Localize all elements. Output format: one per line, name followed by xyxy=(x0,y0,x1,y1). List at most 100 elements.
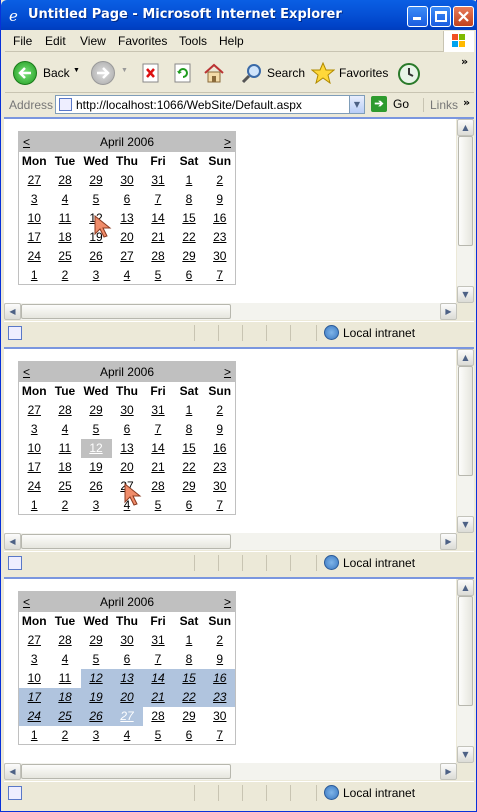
day-cell[interactable]: 6 xyxy=(174,726,205,745)
day-cell[interactable]: 28 xyxy=(143,707,174,726)
history-button[interactable] xyxy=(397,57,423,89)
day-cell[interactable]: 4 xyxy=(50,420,81,439)
day-cell[interactable]: 13 xyxy=(111,668,143,688)
day-cell[interactable]: 18 xyxy=(50,228,81,247)
scroll-right-icon[interactable]: ▶ xyxy=(440,763,457,780)
menu-file[interactable]: File xyxy=(13,34,32,48)
address-dropdown-icon[interactable]: ▼ xyxy=(349,96,364,113)
scroll-left-icon[interactable]: ◀ xyxy=(4,763,21,780)
day-cell[interactable]: 8 xyxy=(174,190,205,209)
day-cell[interactable]: 3 xyxy=(81,726,112,745)
forward-button[interactable]: ▼ xyxy=(89,57,129,89)
horizontal-scrollbar[interactable]: ◀ ▶ xyxy=(4,763,457,780)
day-cell[interactable]: 30 xyxy=(112,631,143,650)
day-cell[interactable]: 29 xyxy=(81,171,112,190)
scroll-down-icon[interactable]: ▼ xyxy=(457,516,474,533)
day-cell[interactable]: 13 xyxy=(112,439,143,458)
menu-favorites[interactable]: Favorites xyxy=(118,34,167,48)
maximize-button[interactable] xyxy=(430,6,451,27)
address-input[interactable]: http://localhost:1066/WebSite/Default.as… xyxy=(55,95,365,114)
day-cell[interactable]: 11 xyxy=(50,209,81,228)
day-cell[interactable]: 22 xyxy=(174,228,205,247)
day-cell[interactable]: 28 xyxy=(143,247,174,266)
day-cell[interactable]: 14 xyxy=(143,439,174,458)
day-cell[interactable]: 1 xyxy=(174,171,205,190)
day-cell[interactable]: 5 xyxy=(143,496,174,515)
scroll-thumb[interactable] xyxy=(21,304,231,319)
day-cell[interactable]: 27 xyxy=(111,706,143,726)
menu-help[interactable]: Help xyxy=(219,34,244,48)
day-cell[interactable]: 31 xyxy=(143,631,174,650)
day-cell[interactable]: 19 xyxy=(80,687,112,707)
day-cell[interactable]: 18 xyxy=(49,687,81,707)
scroll-thumb[interactable] xyxy=(458,136,473,246)
day-cell[interactable]: 10 xyxy=(19,439,50,458)
day-cell[interactable]: 15 xyxy=(174,209,205,228)
day-cell[interactable]: 21 xyxy=(143,228,174,247)
day-cell[interactable]: 15 xyxy=(174,439,205,458)
day-cell[interactable]: 7 xyxy=(205,726,236,745)
scroll-right-icon[interactable]: ▶ xyxy=(440,533,457,550)
day-cell[interactable]: 23 xyxy=(205,458,236,477)
day-cell[interactable]: 22 xyxy=(174,458,205,477)
day-cell[interactable]: 21 xyxy=(142,687,174,707)
day-cell[interactable]: 29 xyxy=(174,707,205,726)
favorites-button[interactable]: Favorites xyxy=(311,57,391,89)
links-toolbar[interactable]: Links xyxy=(423,98,458,112)
day-cell[interactable]: 12 xyxy=(80,438,112,458)
day-cell[interactable]: 26 xyxy=(81,477,112,496)
prev-month-link[interactable]: < xyxy=(23,365,30,379)
menu-view[interactable]: View xyxy=(80,34,106,48)
scroll-thumb[interactable] xyxy=(21,764,231,779)
day-cell[interactable]: 10 xyxy=(19,209,50,228)
day-cell[interactable]: 5 xyxy=(81,190,112,209)
day-cell[interactable]: 20 xyxy=(112,458,143,477)
horizontal-scrollbar[interactable]: ◀ ▶ xyxy=(4,303,457,320)
day-cell[interactable]: 17 xyxy=(19,228,50,247)
day-cell[interactable]: 3 xyxy=(81,496,112,515)
day-cell[interactable]: 24 xyxy=(18,706,50,726)
day-cell[interactable]: 1 xyxy=(19,726,50,745)
title-bar[interactable]: e Untitled Page - Microsoft Internet Exp… xyxy=(1,0,477,30)
day-cell[interactable]: 21 xyxy=(143,458,174,477)
day-cell[interactable]: 18 xyxy=(50,458,81,477)
back-button[interactable]: Back ▼ xyxy=(11,57,80,89)
day-cell[interactable]: 9 xyxy=(205,650,236,669)
day-cell[interactable]: 11 xyxy=(50,439,81,458)
day-cell[interactable]: 16 xyxy=(205,209,236,228)
day-cell[interactable]: 4 xyxy=(112,266,143,285)
day-cell[interactable]: 25 xyxy=(49,706,81,726)
day-cell[interactable]: 2 xyxy=(205,401,236,420)
refresh-button[interactable] xyxy=(171,57,195,89)
day-cell[interactable]: 2 xyxy=(50,496,81,515)
close-button[interactable] xyxy=(453,6,474,27)
day-cell[interactable]: 22 xyxy=(173,687,205,707)
day-cell[interactable]: 7 xyxy=(143,190,174,209)
day-cell[interactable]: 26 xyxy=(80,706,112,726)
day-cell[interactable]: 24 xyxy=(19,247,50,266)
vertical-scrollbar[interactable]: ▲ ▼ xyxy=(457,579,474,763)
day-cell[interactable]: 30 xyxy=(112,171,143,190)
day-cell[interactable]: 27 xyxy=(19,401,50,420)
day-cell[interactable]: 25 xyxy=(50,247,81,266)
scroll-thumb[interactable] xyxy=(21,534,231,549)
scroll-thumb[interactable] xyxy=(458,596,473,706)
day-cell[interactable]: 28 xyxy=(50,631,81,650)
day-cell[interactable]: 27 xyxy=(112,247,143,266)
next-month-link[interactable]: > xyxy=(224,365,231,379)
day-cell[interactable]: 24 xyxy=(19,477,50,496)
day-cell[interactable]: 6 xyxy=(112,420,143,439)
day-cell[interactable]: 8 xyxy=(174,420,205,439)
day-cell[interactable]: 9 xyxy=(205,190,236,209)
day-cell[interactable]: 27 xyxy=(19,631,50,650)
menu-tools[interactable]: Tools xyxy=(179,34,207,48)
day-cell[interactable]: 4 xyxy=(50,650,81,669)
day-cell[interactable]: 1 xyxy=(174,401,205,420)
day-cell[interactable]: 4 xyxy=(50,190,81,209)
day-cell[interactable]: 16 xyxy=(205,439,236,458)
day-cell[interactable]: 30 xyxy=(112,401,143,420)
day-cell[interactable]: 13 xyxy=(112,209,143,228)
day-cell[interactable]: 2 xyxy=(50,266,81,285)
horizontal-scrollbar[interactable]: ◀ ▶ xyxy=(4,533,457,550)
day-cell[interactable]: 28 xyxy=(50,401,81,420)
